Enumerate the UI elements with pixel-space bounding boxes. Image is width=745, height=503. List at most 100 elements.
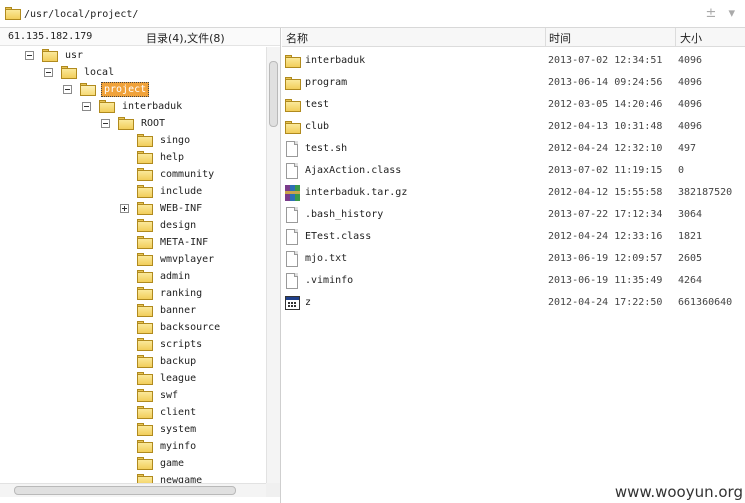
- file-row[interactable]: .viminfo 2013-06-19 11:35:49 4264: [282, 270, 745, 292]
- tree-node[interactable]: usr: [25, 47, 85, 64]
- file-row[interactable]: club 2012-04-13 10:31:48 4096: [282, 116, 745, 138]
- tree-node-label[interactable]: system: [158, 423, 198, 436]
- column-header-time[interactable]: 时间: [549, 30, 571, 46]
- collapse-icon[interactable]: [25, 51, 34, 60]
- tree-vertical-scroll-thumb[interactable]: [269, 61, 278, 127]
- tree-node-label[interactable]: backsource: [158, 321, 222, 334]
- tree-node-label[interactable]: project: [101, 82, 150, 97]
- folder-icon: [285, 53, 301, 68]
- tree-node[interactable]: backsource: [120, 319, 222, 336]
- folder-icon: [137, 440, 153, 453]
- current-path[interactable]: /usr/local/project/: [24, 9, 138, 20]
- file-time: 2012-03-05 14:20:46: [548, 99, 663, 110]
- tree-node[interactable]: scripts: [120, 336, 204, 353]
- tree-vertical-scrollbar[interactable]: [266, 47, 280, 483]
- file-size: 4096: [678, 77, 703, 88]
- tree-node[interactable]: local: [44, 64, 116, 81]
- tree-node[interactable]: ranking: [120, 285, 204, 302]
- tree-node[interactable]: system: [120, 421, 198, 438]
- folder-icon: [137, 423, 153, 436]
- folder-icon: [42, 49, 58, 62]
- tree-node[interactable]: help: [120, 149, 186, 166]
- folder-icon: [137, 372, 153, 385]
- tree-node-label[interactable]: banner: [158, 304, 198, 317]
- tree-node-label[interactable]: design: [158, 219, 198, 232]
- collapse-icon[interactable]: [63, 85, 72, 94]
- tree-node[interactable]: include: [120, 183, 204, 200]
- tree-node-label[interactable]: META-INF: [158, 236, 210, 249]
- tree-node[interactable]: singo: [120, 132, 192, 149]
- tree-node[interactable]: myinfo: [120, 438, 198, 455]
- tree-node[interactable]: client: [120, 404, 198, 421]
- tree-node-label[interactable]: include: [158, 185, 204, 198]
- tree-node-label[interactable]: usr: [63, 49, 85, 62]
- tree-node-label[interactable]: ranking: [158, 287, 204, 300]
- file-row[interactable]: z 2012-04-24 17:22:50 661360640: [282, 292, 745, 314]
- tree-node-label[interactable]: swf: [158, 389, 180, 402]
- tree-node-label[interactable]: league: [158, 372, 198, 385]
- file-row[interactable]: test.sh 2012-04-24 12:32:10 497: [282, 138, 745, 160]
- directory-tree: usr local project interbaduk ROOT singo help co…: [0, 47, 266, 483]
- tree-node[interactable]: game: [120, 455, 186, 472]
- collapse-icon[interactable]: [82, 102, 91, 111]
- tree-node[interactable]: META-INF: [120, 234, 210, 251]
- tree-node-label[interactable]: WEB-INF: [158, 202, 204, 215]
- column-divider[interactable]: [675, 28, 676, 47]
- file-name: .viminfo: [305, 275, 354, 286]
- tree-node-label[interactable]: client: [158, 406, 198, 419]
- tree-node-label[interactable]: backup: [158, 355, 198, 368]
- path-bar-controls[interactable]: ± ▾: [705, 6, 739, 21]
- tree-node-label[interactable]: game: [158, 457, 186, 470]
- tree-node[interactable]: design: [120, 217, 198, 234]
- file-row[interactable]: .bash_history 2013-07-22 17:12:34 3064: [282, 204, 745, 226]
- tree-node[interactable]: project: [63, 81, 150, 98]
- tree-node[interactable]: league: [120, 370, 198, 387]
- tree-node[interactable]: community: [120, 166, 216, 183]
- tree-node[interactable]: admin: [120, 268, 192, 285]
- tree-node[interactable]: newgame: [120, 472, 204, 483]
- tree-node-label[interactable]: myinfo: [158, 440, 198, 453]
- tree-node[interactable]: swf: [120, 387, 180, 404]
- file-icon: [285, 273, 299, 289]
- column-header-name[interactable]: 名称: [286, 30, 308, 46]
- path-bar: /usr/local/project/ ± ▾: [0, 0, 745, 28]
- tree-node[interactable]: backup: [120, 353, 198, 370]
- tree-node-label[interactable]: interbaduk: [120, 100, 184, 113]
- tree-node-label[interactable]: wmvplayer: [158, 253, 216, 266]
- folder-icon: [285, 75, 301, 90]
- file-row[interactable]: AjaxAction.class 2013-07-02 11:19:15 0: [282, 160, 745, 182]
- collapse-icon[interactable]: [44, 68, 53, 77]
- folder-icon: [137, 474, 153, 483]
- collapse-icon[interactable]: [101, 119, 110, 128]
- file-row[interactable]: interbaduk 2013-07-02 12:34:51 4096: [282, 50, 745, 72]
- folder-icon: [137, 287, 153, 300]
- file-row[interactable]: test 2012-03-05 14:20:46 4096: [282, 94, 745, 116]
- tree-node-label[interactable]: community: [158, 168, 216, 181]
- tree-node-label[interactable]: singo: [158, 134, 192, 147]
- tree-node-label[interactable]: local: [82, 66, 116, 79]
- tree-node-label[interactable]: ROOT: [139, 117, 167, 130]
- column-header-size[interactable]: 大小: [680, 30, 702, 46]
- tree-node[interactable]: ROOT: [101, 115, 167, 132]
- tree-node[interactable]: wmvplayer: [120, 251, 216, 268]
- file-list-panel: 名称 时间 大小 interbaduk 2013-07-02 12:34:51 40…: [282, 28, 745, 503]
- file-row[interactable]: program 2013-06-14 09:24:56 4096: [282, 72, 745, 94]
- file-row[interactable]: ETest.class 2012-04-24 12:33:16 1821: [282, 226, 745, 248]
- tree-horizontal-scroll-thumb[interactable]: [14, 486, 236, 495]
- folder-icon: [137, 185, 153, 198]
- tree-node[interactable]: WEB-INF: [120, 200, 204, 217]
- file-row[interactable]: mjo.txt 2013-06-19 12:09:57 2605: [282, 248, 745, 270]
- tree-node-label[interactable]: admin: [158, 270, 192, 283]
- expand-icon[interactable]: [120, 204, 129, 213]
- tree-node[interactable]: banner: [120, 302, 198, 319]
- file-row[interactable]: interbaduk.tar.gz 2012-04-12 15:55:58 3821…: [282, 182, 745, 204]
- tree-node-label[interactable]: help: [158, 151, 186, 164]
- tree-node[interactable]: interbaduk: [82, 98, 184, 115]
- tree-node-label[interactable]: scripts: [158, 338, 204, 351]
- tree-node-label[interactable]: newgame: [158, 474, 204, 483]
- folder-icon: [137, 151, 153, 164]
- folder-icon: [137, 338, 153, 351]
- tree-horizontal-scrollbar[interactable]: [0, 483, 266, 497]
- file-time: 2013-06-19 11:35:49: [548, 275, 663, 286]
- column-divider[interactable]: [545, 28, 546, 47]
